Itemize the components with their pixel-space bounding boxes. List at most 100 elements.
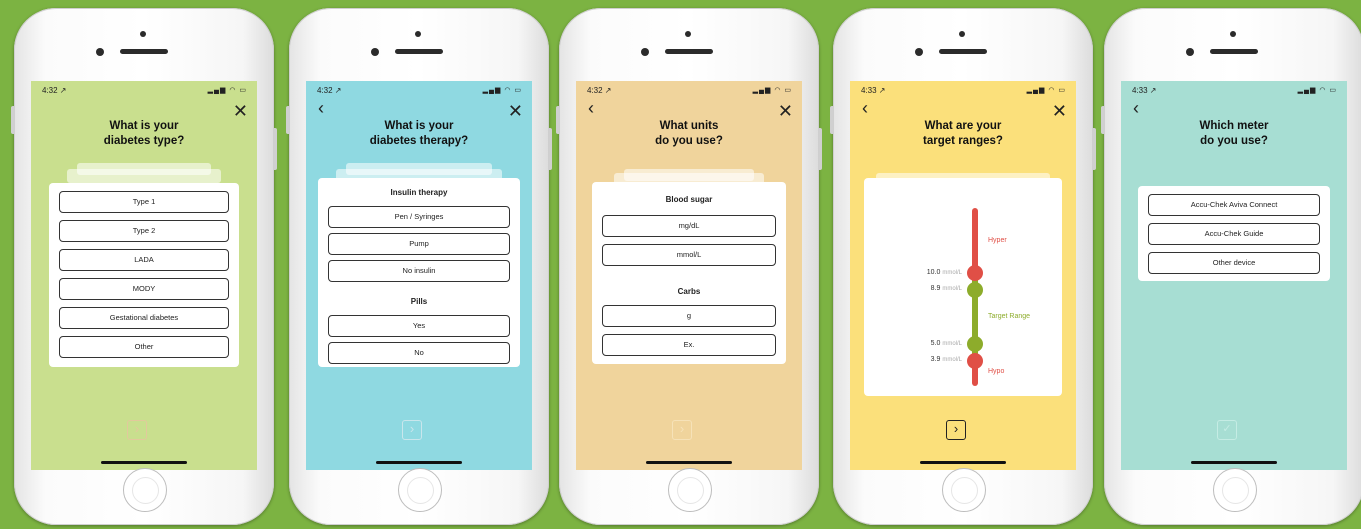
back-icon[interactable]: ‹ xyxy=(1133,99,1139,117)
option-mmol-l[interactable]: mmol/L xyxy=(602,244,776,266)
signal-wifi-battery-icon: ▂▄▆ ◠ ▭ xyxy=(1297,87,1337,94)
section-blood-sugar: Blood sugar xyxy=(665,195,713,204)
value-target-lower: 5.0 mmol/L xyxy=(912,340,962,347)
phone-4: 4:33 ↗ ▂▄▆ ◠ ▭ ‹ ✕ What are your target … xyxy=(830,8,1096,525)
handle-hypo-threshold[interactable] xyxy=(967,353,983,369)
back-icon[interactable]: ‹ xyxy=(862,99,868,117)
status-time: 4:33 ↗ xyxy=(1132,86,1157,95)
option-guide[interactable]: Accu-Chek Guide xyxy=(1148,223,1320,245)
option-lada[interactable]: LADA xyxy=(59,249,229,271)
check-button[interactable]: ✓ xyxy=(1217,420,1237,440)
options-card: Accu-Chek Aviva Connect Accu-Chek Guide … xyxy=(1138,186,1330,281)
home-button[interactable] xyxy=(123,468,167,512)
back-icon[interactable]: ‹ xyxy=(318,99,324,117)
earpiece-speaker xyxy=(120,49,168,54)
home-indicator xyxy=(920,461,1006,464)
front-camera xyxy=(915,48,923,56)
screen-target-ranges: 4:33 ↗ ▂▄▆ ◠ ▭ ‹ ✕ What are your target … xyxy=(850,81,1076,470)
screen-diabetes-type: 4:32 ↗ ▂▄▆ ◠ ▭ ✕ What is your diabetes t… xyxy=(31,81,257,470)
home-indicator xyxy=(376,461,462,464)
home-button[interactable] xyxy=(668,468,712,512)
option-mg-dl[interactable]: mg/dL xyxy=(602,215,776,237)
value-target-upper: 8.9 mmol/L xyxy=(912,285,962,292)
options-card: Insulin therapy Pen / Syringes Pump No i… xyxy=(318,178,520,367)
phone-3: 4:32 ↗ ▂▄▆ ◠ ▭ ‹ ✕ What units do you use… xyxy=(556,8,822,525)
front-camera xyxy=(371,48,379,56)
status-time: 4:32 ↗ xyxy=(317,86,342,95)
handle-hyper-threshold[interactable] xyxy=(967,265,983,281)
option-type-1[interactable]: Type 1 xyxy=(59,191,229,213)
option-aviva-connect[interactable]: Accu-Chek Aviva Connect xyxy=(1148,194,1320,216)
close-icon[interactable]: ✕ xyxy=(233,102,248,120)
proximity-sensor xyxy=(959,31,965,37)
phone-5: 4:33 ↗ ▂▄▆ ◠ ▭ ‹ Which meter do you use?… xyxy=(1101,8,1361,525)
back-icon[interactable]: ‹ xyxy=(588,99,594,117)
value-unit: mmol/L xyxy=(942,341,962,347)
option-pump[interactable]: Pump xyxy=(328,233,510,255)
phone-2: 4:32 ↗ ▂▄▆ ◠ ▭ ‹ ✕ What is your diabetes… xyxy=(286,8,552,525)
proximity-sensor xyxy=(140,31,146,37)
value-number: 8.9 xyxy=(930,285,941,292)
next-button[interactable]: › xyxy=(127,420,147,440)
earpiece-speaker xyxy=(395,49,443,54)
home-button[interactable] xyxy=(942,468,986,512)
option-pills-yes[interactable]: Yes xyxy=(328,315,510,337)
signal-wifi-battery-icon: ▂▄▆ ◠ ▭ xyxy=(207,87,247,94)
option-exchanges[interactable]: Ex. xyxy=(602,334,776,356)
next-button[interactable]: › xyxy=(402,420,422,440)
status-bar: 4:33 ↗ ▂▄▆ ◠ ▭ xyxy=(850,86,1076,98)
signal-wifi-battery-icon: ▂▄▆ ◠ ▭ xyxy=(482,87,522,94)
option-pills-no[interactable]: No xyxy=(328,342,510,364)
status-bar: 4:32 ↗ ▂▄▆ ◠ ▭ xyxy=(306,86,532,98)
close-icon[interactable]: ✕ xyxy=(508,102,523,120)
option-gestational[interactable]: Gestational diabetes xyxy=(59,307,229,329)
section-pills: Pills xyxy=(410,297,428,306)
screen-units: 4:32 ↗ ▂▄▆ ◠ ▭ ‹ ✕ What units do you use… xyxy=(576,81,802,470)
page-title: What units do you use? xyxy=(655,120,723,147)
home-button[interactable] xyxy=(1213,468,1257,512)
status-time: 4:33 ↗ xyxy=(861,86,886,95)
option-mody[interactable]: MODY xyxy=(59,278,229,300)
signal-wifi-battery-icon: ▂▄▆ ◠ ▭ xyxy=(752,87,792,94)
signal-wifi-battery-icon: ▂▄▆ ◠ ▭ xyxy=(1026,87,1066,94)
close-icon[interactable]: ✕ xyxy=(778,102,793,120)
value-unit: mmol/L xyxy=(942,286,962,292)
value-hypo: 3.9 mmol/L xyxy=(912,356,962,363)
close-icon[interactable]: ✕ xyxy=(1052,102,1067,120)
option-other[interactable]: Other xyxy=(59,336,229,358)
proximity-sensor xyxy=(1230,31,1236,37)
value-number: 5.0 xyxy=(930,340,941,347)
front-camera xyxy=(641,48,649,56)
home-indicator xyxy=(646,461,732,464)
handle-target-lower[interactable] xyxy=(967,336,983,352)
value-number: 10.0 xyxy=(926,269,941,276)
page-title: Which meter do you use? xyxy=(1199,120,1269,147)
page-title: What is your diabetes therapy? xyxy=(369,120,469,147)
front-camera xyxy=(96,48,104,56)
home-button[interactable] xyxy=(398,468,442,512)
value-unit: mmol/L xyxy=(942,270,962,276)
option-pen-syringes[interactable]: Pen / Syringes xyxy=(328,206,510,228)
status-bar: 4:33 ↗ ▂▄▆ ◠ ▭ xyxy=(1121,86,1347,98)
options-card: Type 1 Type 2 LADA MODY Gestational diab… xyxy=(49,183,239,367)
screen-diabetes-therapy: 4:32 ↗ ▂▄▆ ◠ ▭ ‹ ✕ What is your diabetes… xyxy=(306,81,532,470)
page-title: What are your target ranges? xyxy=(923,120,1003,147)
earpiece-speaker xyxy=(939,49,987,54)
option-type-2[interactable]: Type 2 xyxy=(59,220,229,242)
label-hyper: Hyper xyxy=(988,237,1007,244)
value-unit: mmol/L xyxy=(942,357,962,363)
phone-1: 4:32 ↗ ▂▄▆ ◠ ▭ ✕ What is your diabetes t… xyxy=(11,8,277,525)
handle-target-upper[interactable] xyxy=(967,282,983,298)
option-no-insulin[interactable]: No insulin xyxy=(328,260,510,282)
label-target-range: Target Range xyxy=(988,313,1031,320)
option-other-device[interactable]: Other device xyxy=(1148,252,1320,274)
option-grams[interactable]: g xyxy=(602,305,776,327)
next-button[interactable]: › xyxy=(672,420,692,440)
label-hypo: Hypo xyxy=(988,368,1005,375)
proximity-sensor xyxy=(685,31,691,37)
hyper-track xyxy=(972,208,978,270)
range-card: Hyper Target Range Hypo 10.0 mmol/L 8.9 … xyxy=(864,178,1062,396)
next-button[interactable]: › xyxy=(946,420,966,440)
status-time: 4:32 ↗ xyxy=(42,86,67,95)
proximity-sensor xyxy=(415,31,421,37)
